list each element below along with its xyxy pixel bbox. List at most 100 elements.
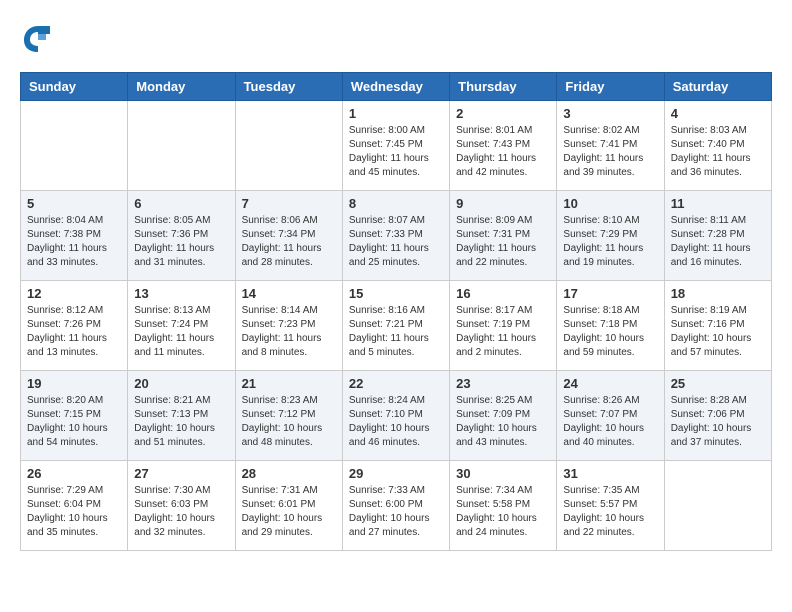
day-info: Sunrise: 7:34 AM Sunset: 5:58 PM Dayligh… (456, 484, 550, 540)
calendar-cell (664, 461, 771, 551)
day-info: Sunrise: 7:29 AM Sunset: 6:04 PM Dayligh… (27, 484, 121, 540)
day-number: 28 (242, 466, 336, 481)
day-number: 20 (134, 376, 228, 391)
calendar-cell: 20 Sunrise: 8:21 AM Sunset: 7:13 PM Dayli… (128, 371, 235, 461)
day-number: 6 (134, 196, 228, 211)
calendar-cell: 17 Sunrise: 8:18 AM Sunset: 7:18 PM Dayli… (557, 281, 664, 371)
calendar-cell: 1Sunrise: 8:00 AM Sunset: 7:45 PM Daylig… (342, 101, 449, 191)
day-number: 23 (456, 376, 550, 391)
calendar-cell (235, 101, 342, 191)
day-number: 13 (134, 286, 228, 301)
day-info: Sunrise: 7:33 AM Sunset: 6:00 PM Dayligh… (349, 484, 443, 540)
calendar-week-row: 19Sunrise: 8:20 AM Sunset: 7:15 PM Dayli… (21, 371, 772, 461)
day-number: 22 (349, 376, 443, 391)
day-info: Sunrise: 7:30 AM Sunset: 6:03 PM Dayligh… (134, 484, 228, 540)
weekday-header: Thursday (450, 73, 557, 101)
day-info: Sunrise: 8:07 AM Sunset: 7:33 PM Dayligh… (349, 214, 443, 270)
calendar-cell: 3 Sunrise: 8:02 AM Sunset: 7:41 PM Daylig… (557, 101, 664, 191)
day-info: Sunrise: 8:11 AM Sunset: 7:28 PM Dayligh… (671, 214, 765, 270)
day-number: 2 (456, 106, 550, 121)
day-info: Sunrise: 8:25 AM Sunset: 7:09 PM Dayligh… (456, 394, 550, 450)
day-number: 19 (27, 376, 121, 391)
day-number: 29 (349, 466, 443, 481)
calendar-cell: 21 Sunrise: 8:23 AM Sunset: 7:12 PM Dayli… (235, 371, 342, 461)
calendar-week-row: 26 Sunrise: 7:29 AM Sunset: 6:04 PM Dayli… (21, 461, 772, 551)
calendar-cell: 4 Sunrise: 8:03 AM Sunset: 7:40 PM Daylig… (664, 101, 771, 191)
calendar-cell: 27Sunrise: 7:30 AM Sunset: 6:03 PM Dayli… (128, 461, 235, 551)
weekday-header: Friday (557, 73, 664, 101)
day-number: 30 (456, 466, 550, 481)
day-info: Sunrise: 8:10 AM Sunset: 7:29 PM Dayligh… (563, 214, 657, 270)
day-number: 21 (242, 376, 336, 391)
calendar-cell: 12 Sunrise: 8:12 AM Sunset: 7:26 PM Dayli… (21, 281, 128, 371)
calendar-cell: 6 Sunrise: 8:05 AM Sunset: 7:36 PM Daylig… (128, 191, 235, 281)
day-info: Sunrise: 8:06 AM Sunset: 7:34 PM Dayligh… (242, 214, 336, 270)
day-info: Sunrise: 8:02 AM Sunset: 7:41 PM Dayligh… (563, 124, 657, 180)
day-info: Sunrise: 8:05 AM Sunset: 7:36 PM Dayligh… (134, 214, 228, 270)
calendar-cell: 29 Sunrise: 7:33 AM Sunset: 6:00 PM Dayli… (342, 461, 449, 551)
logo (20, 20, 62, 56)
day-number: 4 (671, 106, 765, 121)
day-info: Sunrise: 8:16 AM Sunset: 7:21 PM Dayligh… (349, 304, 443, 360)
day-info: Sunrise: 8:21 AM Sunset: 7:13 PM Dayligh… (134, 394, 228, 450)
calendar-cell: 16Sunrise: 8:17 AM Sunset: 7:19 PM Dayli… (450, 281, 557, 371)
day-number: 18 (671, 286, 765, 301)
day-number: 8 (349, 196, 443, 211)
weekday-header-row: SundayMondayTuesdayWednesdayThursdayFrid… (21, 73, 772, 101)
calendar-cell: 2 Sunrise: 8:01 AM Sunset: 7:43 PM Daylig… (450, 101, 557, 191)
day-number: 26 (27, 466, 121, 481)
day-info: Sunrise: 8:04 AM Sunset: 7:38 PM Dayligh… (27, 214, 121, 270)
day-number: 14 (242, 286, 336, 301)
calendar-week-row: 5 Sunrise: 8:04 AM Sunset: 7:38 PM Daylig… (21, 191, 772, 281)
day-info: Sunrise: 8:26 AM Sunset: 7:07 PM Dayligh… (563, 394, 657, 450)
day-info: Sunrise: 8:23 AM Sunset: 7:12 PM Dayligh… (242, 394, 336, 450)
day-info: Sunrise: 8:19 AM Sunset: 7:16 PM Dayligh… (671, 304, 765, 360)
day-number: 15 (349, 286, 443, 301)
day-info: Sunrise: 7:31 AM Sunset: 6:01 PM Dayligh… (242, 484, 336, 540)
day-info: Sunrise: 8:03 AM Sunset: 7:40 PM Dayligh… (671, 124, 765, 180)
day-number: 12 (27, 286, 121, 301)
day-info: Sunrise: 8:24 AM Sunset: 7:10 PM Dayligh… (349, 394, 443, 450)
calendar-cell: 7 Sunrise: 8:06 AM Sunset: 7:34 PM Daylig… (235, 191, 342, 281)
calendar-cell: 13 Sunrise: 8:13 AM Sunset: 7:24 PM Dayli… (128, 281, 235, 371)
page-header (20, 20, 772, 56)
calendar-week-row: 12 Sunrise: 8:12 AM Sunset: 7:26 PM Dayli… (21, 281, 772, 371)
weekday-header: Monday (128, 73, 235, 101)
day-info: Sunrise: 8:18 AM Sunset: 7:18 PM Dayligh… (563, 304, 657, 360)
weekday-header: Wednesday (342, 73, 449, 101)
calendar-cell: 31Sunrise: 7:35 AM Sunset: 5:57 PM Dayli… (557, 461, 664, 551)
day-number: 24 (563, 376, 657, 391)
day-number: 10 (563, 196, 657, 211)
day-number: 17 (563, 286, 657, 301)
calendar-cell: 10 Sunrise: 8:10 AM Sunset: 7:29 PM Dayli… (557, 191, 664, 281)
calendar-cell: 28 Sunrise: 7:31 AM Sunset: 6:01 PM Dayli… (235, 461, 342, 551)
calendar-cell: 24 Sunrise: 8:26 AM Sunset: 7:07 PM Dayli… (557, 371, 664, 461)
calendar-cell: 25Sunrise: 8:28 AM Sunset: 7:06 PM Dayli… (664, 371, 771, 461)
day-info: Sunrise: 8:13 AM Sunset: 7:24 PM Dayligh… (134, 304, 228, 360)
calendar-cell: 19Sunrise: 8:20 AM Sunset: 7:15 PM Dayli… (21, 371, 128, 461)
day-info: Sunrise: 8:14 AM Sunset: 7:23 PM Dayligh… (242, 304, 336, 360)
day-number: 5 (27, 196, 121, 211)
day-number: 3 (563, 106, 657, 121)
day-info: Sunrise: 8:17 AM Sunset: 7:19 PM Dayligh… (456, 304, 550, 360)
calendar-cell: 18 Sunrise: 8:19 AM Sunset: 7:16 PM Dayli… (664, 281, 771, 371)
calendar-week-row: 1Sunrise: 8:00 AM Sunset: 7:45 PM Daylig… (21, 101, 772, 191)
calendar-cell: 5 Sunrise: 8:04 AM Sunset: 7:38 PM Daylig… (21, 191, 128, 281)
calendar-cell: 30 Sunrise: 7:34 AM Sunset: 5:58 PM Dayli… (450, 461, 557, 551)
day-number: 25 (671, 376, 765, 391)
weekday-header: Tuesday (235, 73, 342, 101)
weekday-header: Sunday (21, 73, 128, 101)
day-number: 7 (242, 196, 336, 211)
calendar-cell: 22 Sunrise: 8:24 AM Sunset: 7:10 PM Dayli… (342, 371, 449, 461)
day-number: 11 (671, 196, 765, 211)
calendar-cell: 11 Sunrise: 8:11 AM Sunset: 7:28 PM Dayli… (664, 191, 771, 281)
day-info: Sunrise: 8:01 AM Sunset: 7:43 PM Dayligh… (456, 124, 550, 180)
day-number: 31 (563, 466, 657, 481)
weekday-header: Saturday (664, 73, 771, 101)
day-number: 9 (456, 196, 550, 211)
day-number: 1 (349, 106, 443, 121)
calendar-cell: 8 Sunrise: 8:07 AM Sunset: 7:33 PM Daylig… (342, 191, 449, 281)
calendar-cell: 23 Sunrise: 8:25 AM Sunset: 7:09 PM Dayli… (450, 371, 557, 461)
day-info: Sunrise: 8:12 AM Sunset: 7:26 PM Dayligh… (27, 304, 121, 360)
calendar-cell: 26 Sunrise: 7:29 AM Sunset: 6:04 PM Dayli… (21, 461, 128, 551)
